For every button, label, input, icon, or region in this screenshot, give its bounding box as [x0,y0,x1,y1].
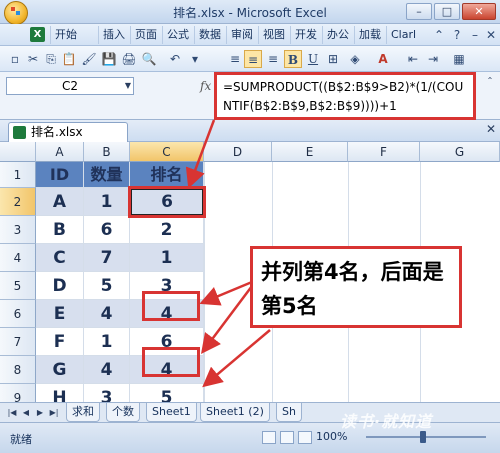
sheet-tab-count[interactable]: 个数 [106,403,140,422]
first-sheet-icon[interactable]: |◀ [6,406,18,420]
arrow-formula [185,119,216,189]
status-text: 就绪 [10,433,32,446]
prev-sheet-icon[interactable]: ◀ [20,406,32,420]
zoom-slider[interactable] [366,436,486,438]
arrow-g8 [201,285,253,354]
sheet-tab-sheet1-2[interactable]: Sheet1 (2) [200,403,270,422]
zoom-slider-thumb[interactable] [420,431,426,443]
arrow-e6 [199,280,253,306]
next-sheet-icon[interactable]: ▶ [34,406,46,420]
annotation-arrows [185,119,271,388]
normal-view-icon[interactable] [262,431,276,444]
page-break-icon[interactable] [298,431,312,444]
sheet-tab-sheet1[interactable]: Sheet1 [146,403,197,422]
sheet-tab-sum[interactable]: 求和 [66,403,100,422]
watermark: 读书·就知道 [340,412,433,431]
arrow-h9 [202,329,271,388]
last-sheet-icon[interactable]: ▶| [48,406,60,420]
page-layout-icon[interactable] [280,431,294,444]
sheet-tab-sh[interactable]: Sh [276,403,302,422]
